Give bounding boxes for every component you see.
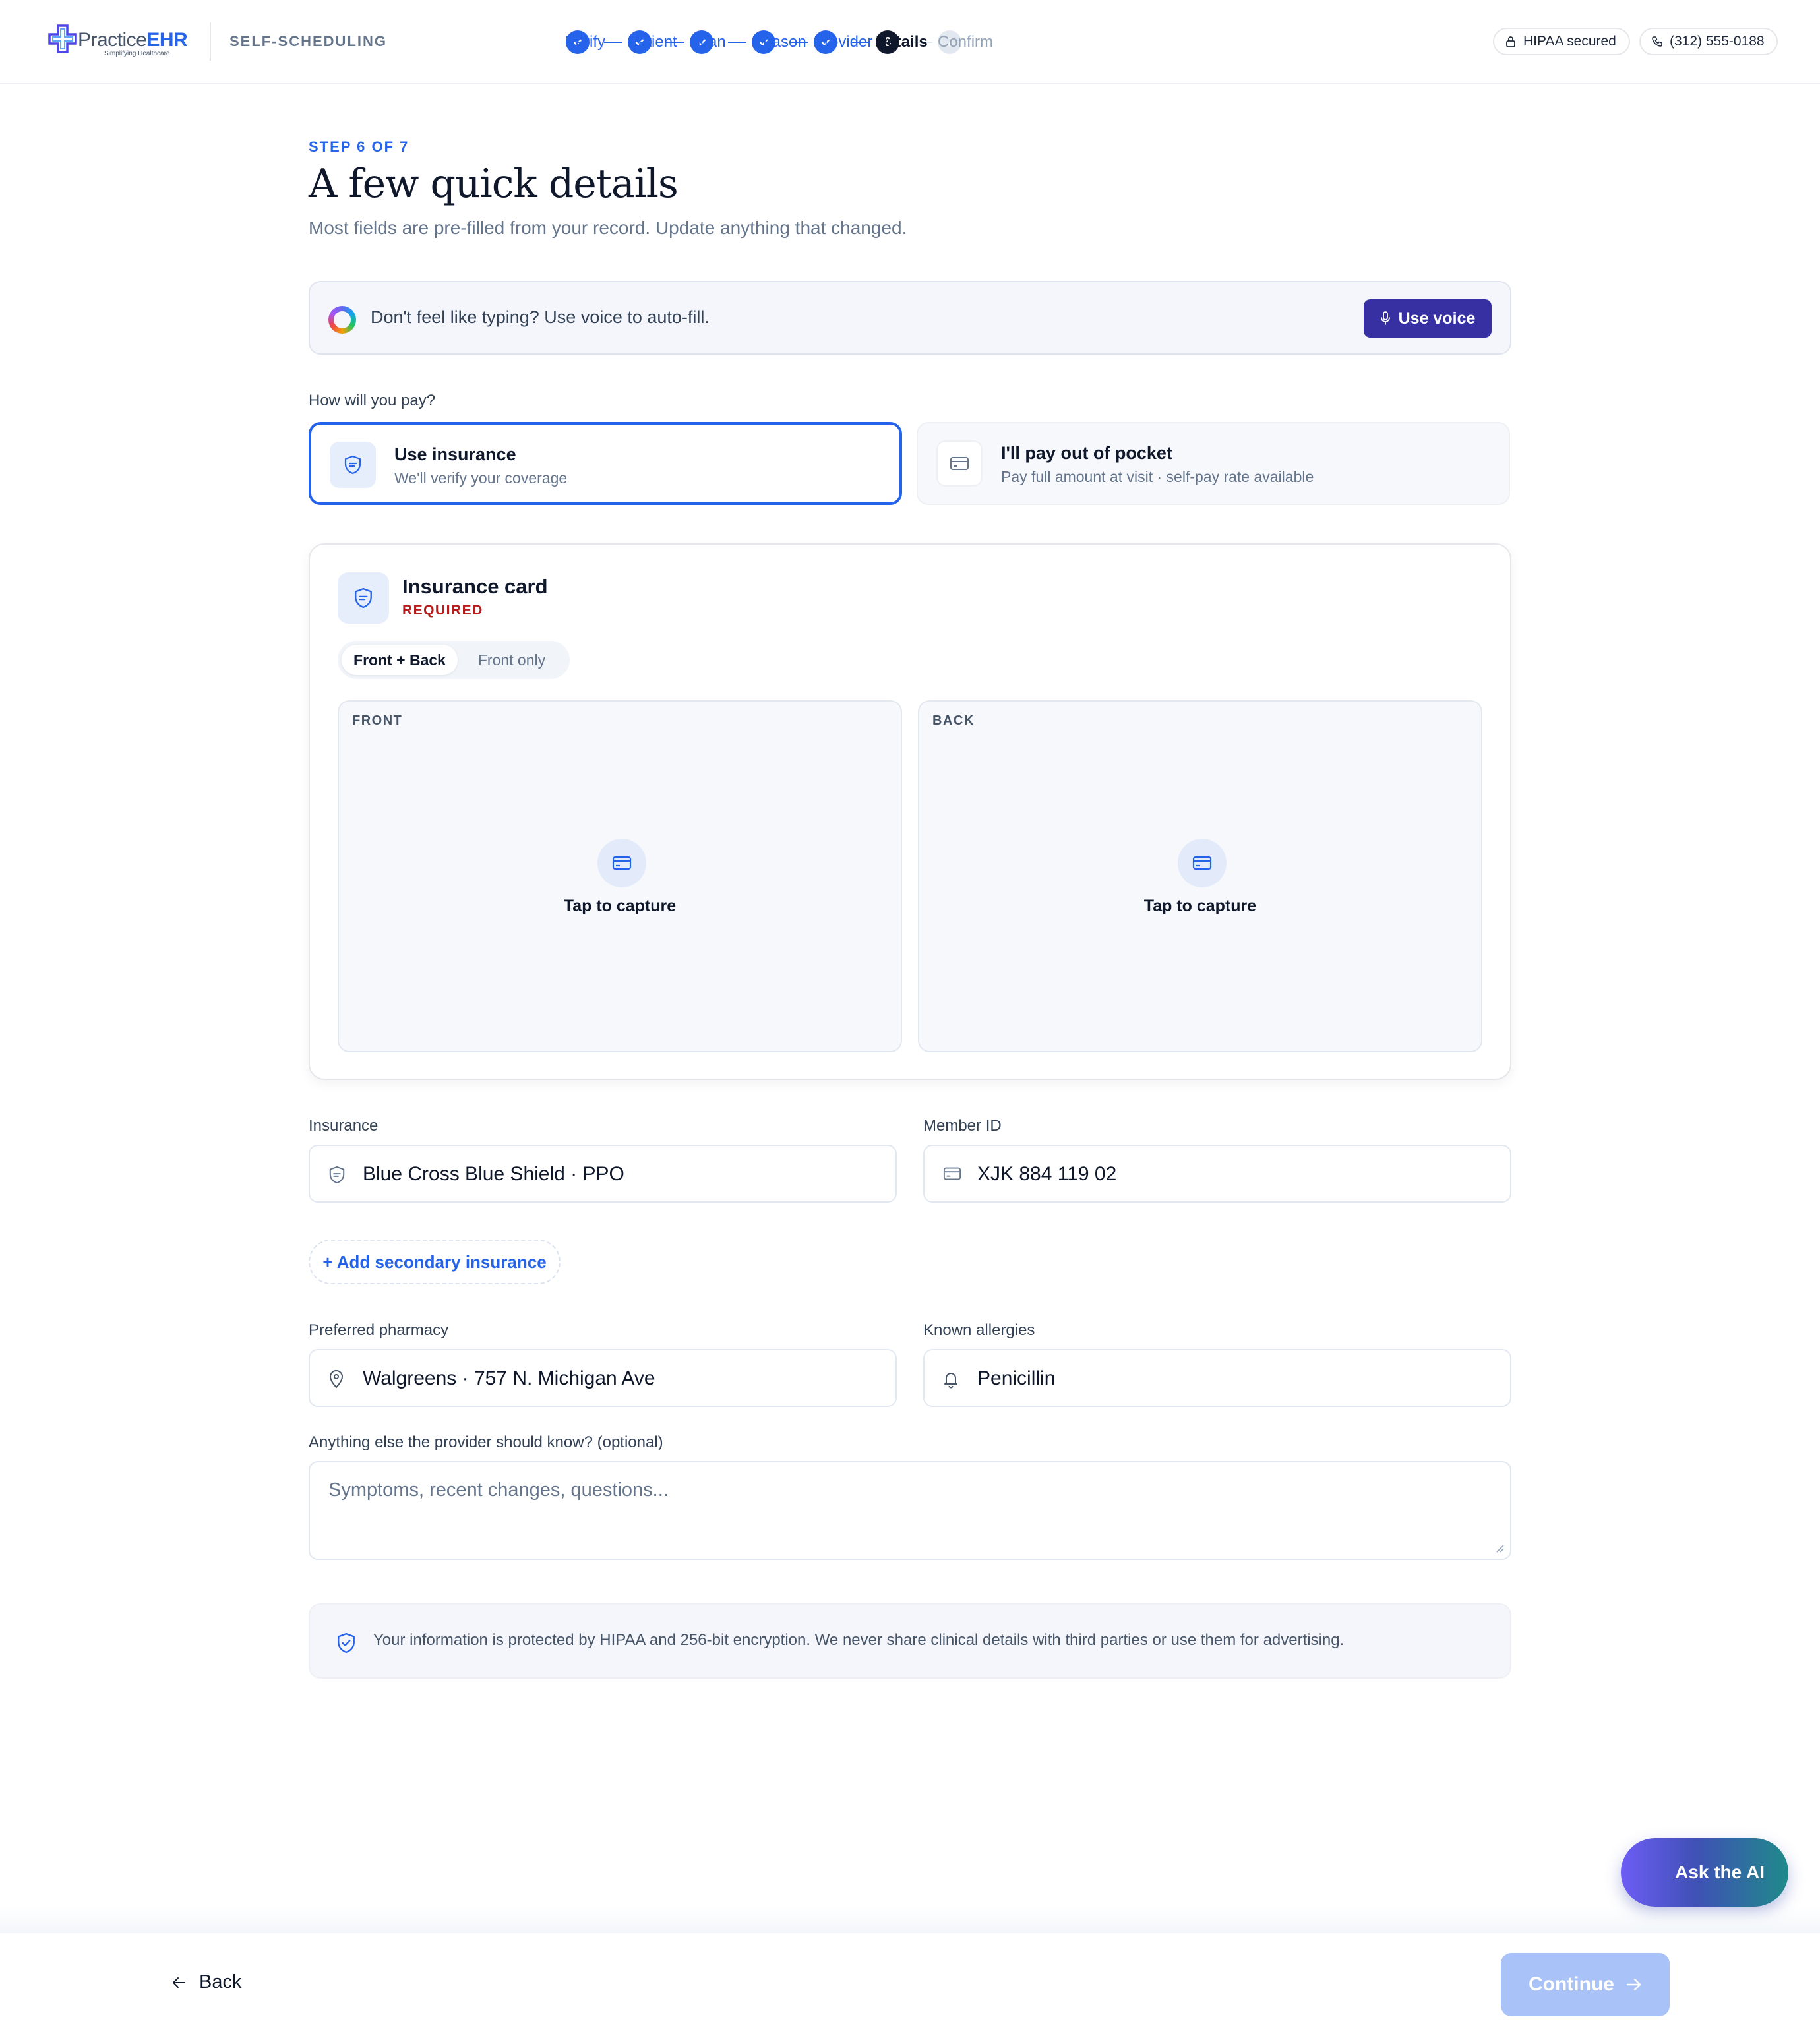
step-verify[interactable]: Verify — [566, 30, 628, 54]
medical-cross-icon — [48, 24, 77, 53]
pay-option-title: Use insurance — [394, 444, 516, 464]
back-label: Back — [199, 1971, 242, 1992]
pay-option-title: I'll pay out of pocket — [1001, 443, 1172, 463]
page-subtitle: Most fields are pre-filled from your rec… — [309, 218, 907, 238]
capture-front[interactable]: FRONT Tap to capture — [338, 700, 902, 1052]
logo-wordmark: PracticeEHR — [78, 29, 188, 51]
member-id-value: XJK 884 119 02 — [977, 1163, 1117, 1185]
resize-grip-icon[interactable] — [1494, 1543, 1505, 1553]
step-label: Scan — [690, 33, 726, 51]
arrow-right-icon — [1626, 1978, 1641, 1991]
insurance-card-title: Insurance card — [402, 575, 548, 598]
capture-back-label: BACK — [932, 713, 975, 728]
pharmacy-value: Walgreens · 757 N. Michigan Ave — [363, 1367, 655, 1389]
capture-front-label: FRONT — [352, 713, 403, 728]
insurance-value: Blue Cross Blue Shield · PPO — [363, 1163, 624, 1185]
phone-link[interactable]: (312) 555-0188 — [1639, 28, 1778, 55]
header-divider — [210, 22, 211, 61]
privacy-notice: Your information is protected by HIPAA a… — [309, 1603, 1511, 1679]
hipaa-badge: HIPAA secured — [1493, 28, 1630, 55]
ask-ai-label: Ask the AI — [1675, 1862, 1765, 1882]
voice-prompt: Don't feel like typing? Use voice to aut… — [371, 307, 710, 327]
progress-stepper: Verify Patient Scan Reason Provider 6 De… — [566, 29, 993, 55]
allergies-value: Penicillin — [977, 1367, 1056, 1389]
shield-icon — [330, 442, 376, 488]
step-connector — [728, 42, 746, 43]
page-title: A few quick details — [309, 161, 679, 207]
notes-placeholder: Symptoms, recent changes, questions... — [328, 1479, 669, 1501]
payment-question: How will you pay? — [309, 392, 436, 409]
pay-option-desc: We'll verify your coverage — [394, 469, 568, 487]
step-label: Patient — [628, 33, 677, 51]
privacy-text: Your information is protected by HIPAA a… — [373, 1631, 1345, 1649]
step-label: Reason — [752, 33, 806, 51]
shield-check-icon — [338, 1632, 355, 1654]
step-kicker: STEP 6 OF 7 — [309, 138, 410, 155]
step-label: Details — [876, 33, 928, 51]
pay-option-desc: Pay full amount at visit · self-pay rate… — [1001, 468, 1314, 485]
card-capture-icon — [1178, 839, 1227, 887]
capture-text: Tap to capture — [563, 897, 677, 915]
member-id-label: Member ID — [923, 1117, 1002, 1135]
microphone-icon — [1380, 311, 1390, 325]
id-card-icon — [943, 1167, 961, 1180]
lock-icon — [1506, 36, 1515, 47]
add-secondary-insurance-button[interactable]: + Add secondary insurance — [309, 1240, 561, 1284]
step-label: Verify — [566, 33, 606, 51]
pay-option-insurance[interactable]: Use insurance We'll verify your coverage — [309, 422, 902, 505]
pharmacy-label: Preferred pharmacy — [309, 1321, 449, 1339]
voice-ring-icon — [328, 306, 356, 334]
bell-icon — [944, 1373, 957, 1389]
member-id-field[interactable]: XJK 884 119 02 — [923, 1145, 1511, 1203]
pharmacy-field[interactable]: Walgreens · 757 N. Michigan Ave — [309, 1349, 897, 1407]
insurance-label: Insurance — [309, 1117, 379, 1135]
step-label: Provider — [814, 33, 873, 51]
notes-label: Anything else the provider should know? … — [309, 1433, 663, 1451]
voice-autofill-banner: Don't feel like typing? Use voice to aut… — [309, 281, 1511, 355]
map-pin-icon — [330, 1370, 343, 1388]
use-voice-button[interactable]: Use voice — [1364, 299, 1492, 338]
step-provider[interactable]: Provider — [814, 30, 876, 54]
step-details: 6 Details — [876, 30, 938, 54]
capture-mode-toggle: Front + Back Front only — [338, 641, 570, 679]
footer-nav: Back Continue — [0, 1907, 1820, 2032]
pay-option-self-pay[interactable]: I'll pay out of pocket Pay full amount a… — [917, 422, 1510, 505]
phone-icon — [1652, 36, 1662, 47]
back-button[interactable]: Back — [171, 1971, 241, 1993]
hipaa-label: HIPAA secured — [1523, 34, 1616, 49]
credit-card-icon — [936, 440, 983, 487]
logo-tagline: Simplifying Healthcare — [104, 50, 170, 57]
app-header: PracticeEHR Simplifying Healthcare SELF-… — [0, 0, 1820, 84]
insurance-field[interactable]: Blue Cross Blue Shield · PPO — [309, 1145, 897, 1203]
step-patient[interactable]: Patient — [628, 30, 690, 54]
section-title: SELF-SCHEDULING — [229, 33, 387, 49]
ask-ai-button[interactable]: Ask the AI — [1621, 1838, 1788, 1907]
practiceehr-logo[interactable]: PracticeEHR Simplifying Healthcare — [47, 22, 188, 62]
shield-icon — [338, 572, 389, 624]
shield-icon — [329, 1166, 345, 1184]
mode-front-back[interactable]: Front + Back — [342, 645, 458, 675]
insurance-card-panel: Insurance card REQUIRED Front + Back Fro… — [309, 543, 1511, 1080]
arrow-left-icon — [173, 1977, 185, 1988]
phone-number: (312) 555-0188 — [1670, 34, 1765, 49]
card-capture-icon — [597, 839, 646, 887]
capture-text: Tap to capture — [1143, 897, 1257, 915]
mode-front-only[interactable]: Front only — [458, 645, 566, 675]
allergies-field[interactable]: Penicillin — [923, 1349, 1511, 1407]
continue-label: Continue — [1529, 1973, 1614, 1995]
required-badge: REQUIRED — [402, 603, 483, 618]
notes-textarea[interactable]: Symptoms, recent changes, questions... — [309, 1461, 1511, 1560]
use-voice-label: Use voice — [1398, 309, 1476, 328]
step-reason[interactable]: Reason — [752, 30, 814, 54]
allergies-label: Known allergies — [923, 1321, 1035, 1339]
step-confirm: 7 Confirm — [938, 30, 993, 54]
capture-back[interactable]: BACK Tap to capture — [918, 700, 1482, 1052]
step-scan[interactable]: Scan — [690, 30, 752, 54]
continue-button[interactable]: Continue — [1501, 1953, 1670, 2016]
step-connector — [604, 42, 622, 43]
step-label: Confirm — [938, 33, 994, 51]
